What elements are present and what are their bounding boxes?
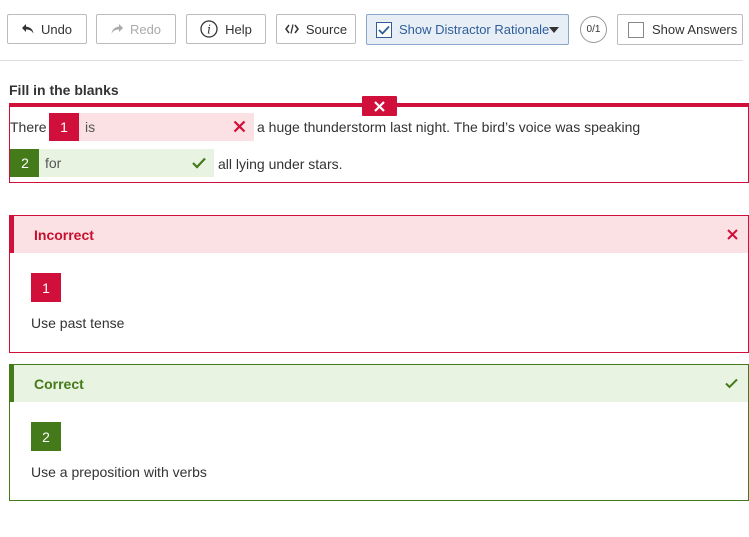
correct-feedback-message: Use a preposition with verbs — [31, 464, 207, 480]
checkbox-checked-icon[interactable] — [376, 21, 392, 38]
blank-2-number: 2 — [10, 149, 40, 177]
toolbar-divider — [0, 60, 743, 61]
distractor-label: Show Distractor Rationale — [399, 22, 550, 37]
blank-2-input[interactable]: for — [39, 149, 214, 177]
undo-icon — [21, 23, 34, 35]
correct-feedback-title: Correct — [34, 375, 84, 392]
chevron-down-icon[interactable] — [539, 15, 568, 44]
help-button[interactable]: i Help — [186, 14, 266, 44]
score-badge: 0/1 — [580, 16, 607, 43]
checkbox-unchecked-icon[interactable] — [628, 21, 644, 38]
incorrect-feedback-title: Incorrect — [34, 226, 94, 243]
source-button[interactable]: Source — [276, 14, 356, 44]
blank-1-value: is — [85, 119, 96, 135]
incorrect-feedback-message: Use past tense — [31, 315, 125, 331]
source-label: Source — [305, 21, 348, 37]
blank-2-value: for — [45, 155, 62, 171]
question-text-end: all lying under stars. — [218, 156, 343, 172]
undo-button[interactable]: Undo — [7, 14, 87, 44]
undo-label: Undo — [40, 21, 73, 37]
svg-text:i: i — [207, 23, 211, 37]
incorrect-feedback-header: Incorrect — [10, 216, 748, 253]
question-text-middle: a huge thunderstorm last night. The bird… — [257, 119, 641, 135]
redo-button[interactable]: Redo — [96, 14, 176, 44]
checkmark-icon — [725, 376, 738, 392]
incorrect-feedback-panel: Incorrect 1 Use past tense — [9, 215, 749, 353]
redo-icon — [111, 23, 123, 35]
question-title: Fill in the blanks — [9, 82, 119, 98]
correct-feedback-header: Correct — [10, 365, 748, 402]
show-distractor-rationale-toggle[interactable]: Show Distractor Rationale — [366, 14, 569, 45]
blank-1-input[interactable]: is — [79, 113, 254, 141]
toolbar: Undo Redo i Help Source Show Distractor … — [0, 0, 749, 60]
close-icon — [362, 96, 397, 116]
show-answers-label: Show Answers — [652, 22, 738, 37]
redo-label: Redo — [129, 21, 162, 37]
close-icon[interactable] — [727, 227, 738, 243]
checkmark-icon — [192, 156, 206, 172]
help-label: Help — [225, 21, 252, 37]
show-answers-toggle[interactable]: Show Answers — [617, 14, 743, 45]
correct-feedback-number: 2 — [31, 422, 61, 451]
correct-feedback-panel: Correct 2 Use a preposition with verbs — [9, 364, 749, 501]
info-icon: i — [200, 20, 218, 38]
incorrect-icon — [233, 120, 246, 136]
code-icon — [284, 24, 299, 34]
blank-1-number: 1 — [49, 113, 79, 141]
incorrect-feedback-number: 1 — [31, 273, 61, 302]
question-text-start: There — [10, 119, 47, 135]
